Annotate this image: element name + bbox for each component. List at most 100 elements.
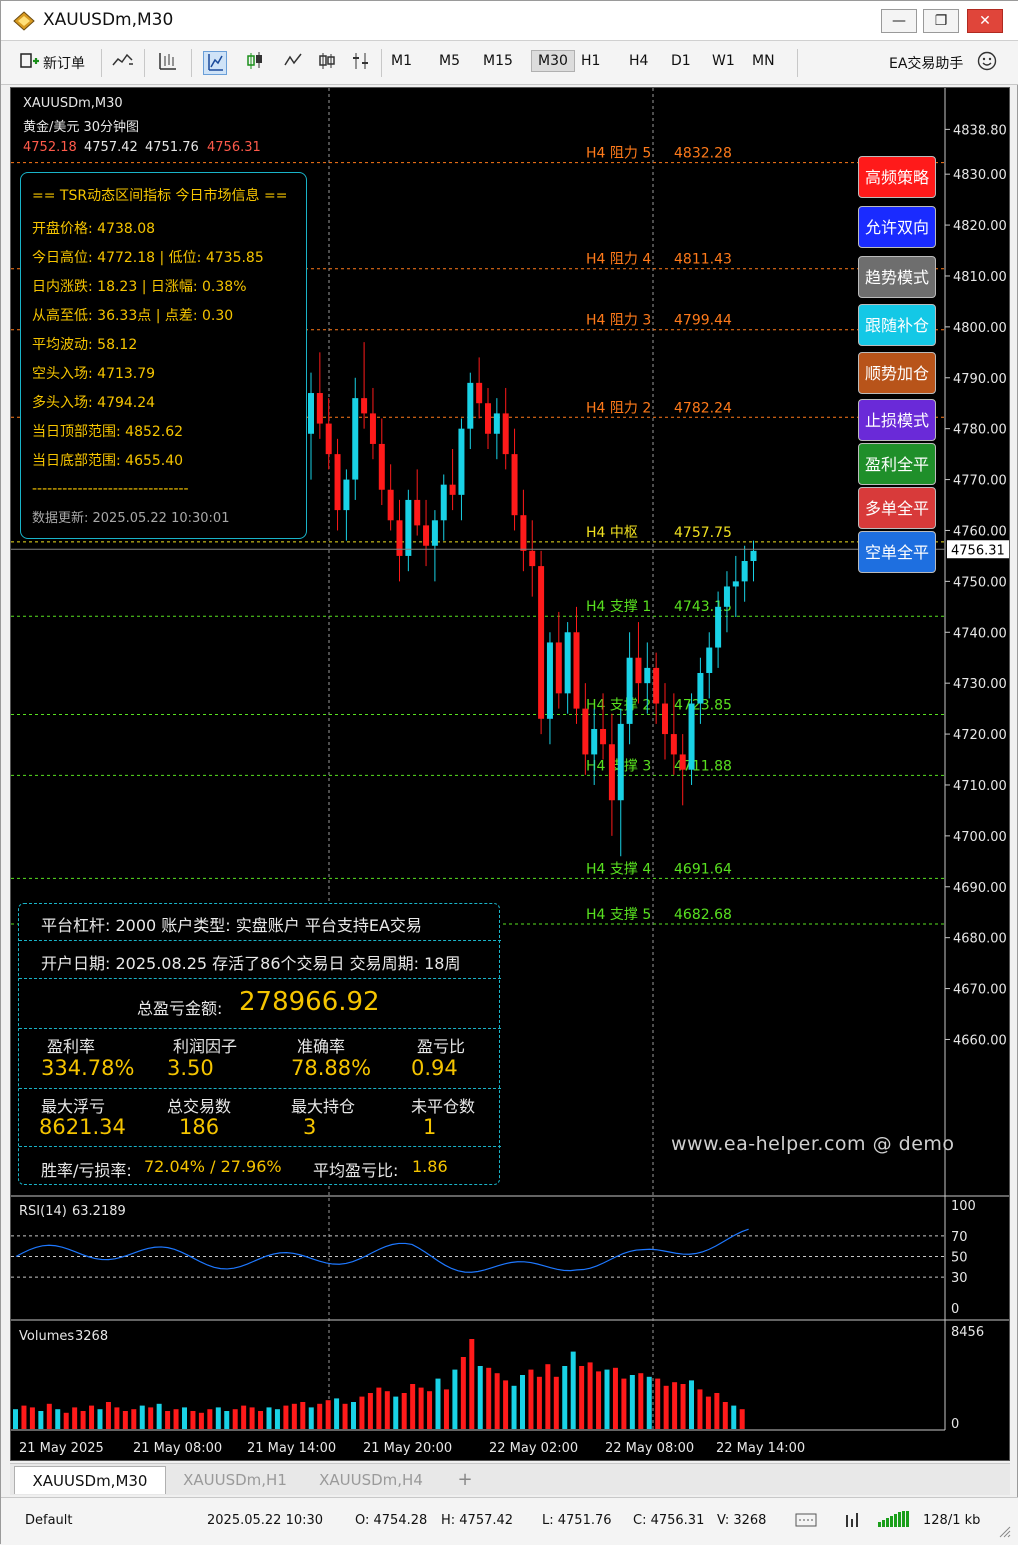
volume-bar bbox=[494, 1373, 500, 1429]
new-order-icon[interactable] bbox=[17, 51, 41, 75]
indicators-icon[interactable] bbox=[349, 51, 373, 75]
candle-body bbox=[635, 657, 642, 684]
price-label: 4660.00 bbox=[953, 1033, 1007, 1048]
volume-label: Volumes bbox=[19, 1329, 74, 1344]
candle-body bbox=[405, 499, 412, 556]
ea-button-3[interactable]: 跟随补仓 bbox=[858, 304, 936, 346]
add-tab-button[interactable]: + bbox=[450, 1466, 480, 1494]
rsi-level-label: 30 bbox=[951, 1271, 968, 1286]
ohlc-bars-icon[interactable] bbox=[315, 51, 339, 75]
timeframe-m5[interactable]: M5 bbox=[439, 53, 460, 69]
ea-button-5[interactable]: 止损模式 bbox=[858, 399, 936, 441]
new-order-button[interactable]: 新订单 bbox=[43, 53, 85, 73]
tab-h1[interactable]: XAUUSDm,H1 bbox=[170, 1466, 300, 1494]
time-label: 22 May 02:00 bbox=[489, 1441, 578, 1456]
candle-body bbox=[502, 413, 509, 455]
candle-body bbox=[308, 393, 314, 434]
volume-bar bbox=[13, 1409, 18, 1429]
stat-value: 334.78% bbox=[41, 1056, 135, 1080]
volume-bar bbox=[300, 1402, 306, 1429]
timeframe-m1[interactable]: M1 bbox=[391, 53, 412, 69]
volume-bar bbox=[351, 1402, 356, 1429]
price-label: 4710.00 bbox=[953, 779, 1007, 794]
level-label: H4 阻力 4 bbox=[586, 252, 651, 268]
info-line: 多头入场: 4794.24 bbox=[32, 395, 156, 411]
volume-bar bbox=[367, 1393, 373, 1429]
price-label: 4810.00 bbox=[953, 270, 1007, 285]
ohlc-high: 4757.42 bbox=[84, 140, 138, 155]
candle-body bbox=[334, 454, 341, 511]
candle-body bbox=[431, 520, 438, 546]
volume-bar bbox=[131, 1409, 137, 1429]
tab-m30[interactable]: XAUUSDm,M30 bbox=[14, 1466, 166, 1494]
minimize-button[interactable]: — bbox=[881, 9, 917, 33]
tab-h4[interactable]: XAUUSDm,H4 bbox=[306, 1466, 436, 1494]
timeframe-h4[interactable]: H4 bbox=[629, 53, 648, 69]
ea-button-7[interactable]: 多单全平 bbox=[858, 487, 936, 529]
info-line: == TSR动态区间指标 今日市场信息 == bbox=[32, 188, 288, 204]
candle-body bbox=[697, 672, 704, 704]
ea-button-6[interactable]: 盈利全平 bbox=[858, 443, 936, 485]
level-value: 4691.64 bbox=[674, 861, 732, 877]
timeframe-w1[interactable]: W1 bbox=[712, 53, 735, 69]
ea-button-8[interactable]: 空单全平 bbox=[858, 531, 936, 573]
timeframe-d1[interactable]: D1 bbox=[671, 53, 691, 69]
volume-bar bbox=[122, 1411, 128, 1429]
chart-area[interactable]: H4 阻力 5 4832.28 H4 阻力 4 4811.43 H4 阻力 3 4799.… bbox=[10, 87, 1010, 1461]
volume-bar bbox=[173, 1409, 179, 1429]
volume-bar bbox=[629, 1375, 635, 1429]
total-pnl-label: 总盈亏金额: bbox=[137, 999, 223, 1018]
ea-assistant-label[interactable]: EA交易助手 bbox=[889, 53, 963, 73]
maximize-button[interactable]: ❐ bbox=[923, 9, 959, 33]
stat-value: 186 bbox=[179, 1115, 220, 1139]
zigzag-icon[interactable] bbox=[281, 51, 305, 75]
smiley-icon[interactable] bbox=[975, 51, 999, 75]
volume-bar bbox=[207, 1409, 213, 1429]
avg-ratio-label: 平均盈亏比: bbox=[313, 1161, 399, 1180]
stat-label: 盈亏比 bbox=[417, 1037, 466, 1056]
volume-bar bbox=[655, 1378, 661, 1429]
volume-bar bbox=[570, 1351, 576, 1429]
volume-bar bbox=[477, 1366, 483, 1429]
candle-body bbox=[396, 520, 403, 556]
close-button[interactable]: ✕ bbox=[967, 9, 1003, 33]
volume-bar bbox=[148, 1407, 154, 1429]
candlestick-icon[interactable] bbox=[243, 51, 267, 75]
timeframe-h1[interactable]: H1 bbox=[581, 53, 600, 69]
status-profile[interactable]: Default bbox=[25, 1513, 73, 1528]
candle-body bbox=[644, 667, 651, 684]
ea-button-1[interactable]: 允许双向 bbox=[858, 206, 936, 248]
candle-body bbox=[343, 479, 350, 511]
volume-bar bbox=[215, 1407, 221, 1429]
volume-bar bbox=[460, 1357, 466, 1429]
price-label: 4830.00 bbox=[953, 168, 1007, 183]
level-label: H4 阻力 2 bbox=[586, 400, 651, 416]
info-line: 从高至低: 36.33点 | 点差: 0.30 bbox=[32, 308, 234, 324]
volume-bar bbox=[325, 1400, 331, 1429]
bar-chart-icon[interactable] bbox=[155, 51, 179, 75]
candle-body bbox=[485, 403, 491, 434]
level-value: 4832.28 bbox=[674, 146, 732, 162]
timeframe-m30[interactable]: M30 bbox=[531, 50, 575, 72]
crosshair-chart-icon[interactable] bbox=[203, 51, 227, 75]
candle-body bbox=[520, 515, 527, 551]
volume-bar bbox=[418, 1387, 424, 1429]
resize-grip-icon[interactable] bbox=[997, 1524, 1011, 1542]
volume-bar bbox=[224, 1411, 230, 1429]
volume-bar bbox=[63, 1412, 69, 1429]
status-high: H: 4757.42 bbox=[441, 1513, 514, 1528]
volume-bar bbox=[342, 1403, 348, 1429]
timeframe-m15[interactable]: M15 bbox=[483, 53, 513, 69]
line-chart-icon[interactable] bbox=[111, 51, 135, 75]
ea-button-0[interactable]: 高频策略 bbox=[858, 156, 936, 198]
stat-value: 1 bbox=[423, 1115, 437, 1139]
toolbar: 新订单 M1 M5 M15 M30 H1 H4 D1 W1 MN EA交易助手 bbox=[1, 41, 1018, 85]
candle-body bbox=[653, 667, 660, 704]
timeframe-mn[interactable]: MN bbox=[752, 53, 775, 69]
candle-body bbox=[316, 393, 323, 424]
ea-button-4[interactable]: 顺势加仓 bbox=[858, 352, 936, 394]
candle-body bbox=[706, 647, 713, 673]
volume-bar bbox=[401, 1393, 407, 1429]
ea-button-2[interactable]: 趋势模式 bbox=[858, 256, 936, 298]
time-label: 22 May 14:00 bbox=[716, 1441, 805, 1456]
